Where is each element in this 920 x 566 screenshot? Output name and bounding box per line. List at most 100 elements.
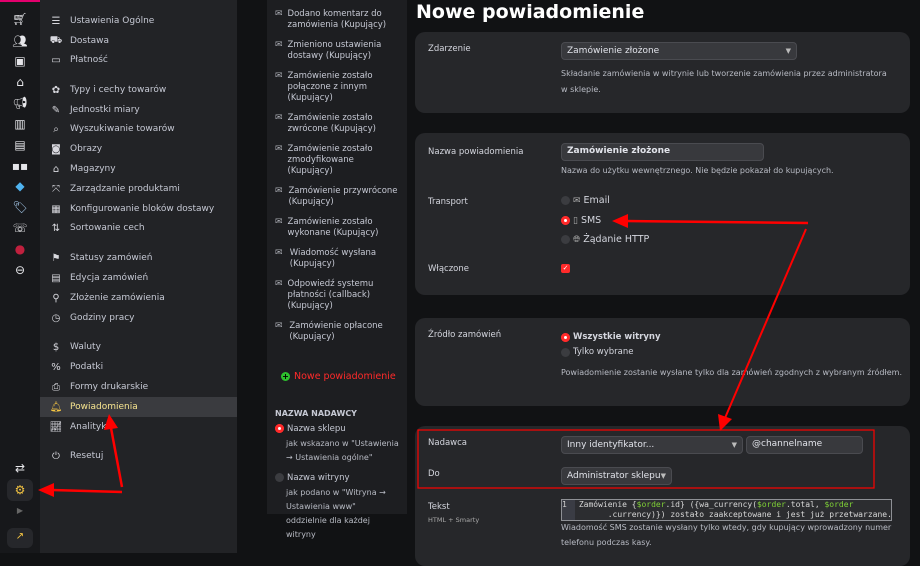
- envelope-icon: ✉: [275, 217, 283, 227]
- sidebar-item-icon: ⎙︎: [52, 381, 60, 393]
- radio[interactable]: [561, 347, 570, 357]
- notification-item[interactable]: ✉ Zamówienie zostało zmodyfikowane (Kupuj…: [275, 144, 399, 177]
- sender-select[interactable]: Inny identyfikator... ▼: [561, 436, 743, 454]
- tags-icon[interactable]: 🏷︎: [10, 198, 30, 216]
- radio-selected[interactable]: [561, 332, 570, 342]
- notification-label: Dodano komentarz do zamówienia (Kupujący…: [287, 9, 387, 30]
- event-card: Zdarzenie Zamówienie złożone ▼ Składanie …: [415, 32, 910, 113]
- option-label: Email: [583, 195, 610, 206]
- to-label: Do: [428, 469, 440, 479]
- chart-icon[interactable]: ▥: [10, 115, 30, 133]
- enabled-checkbox[interactable]: ✓: [561, 264, 570, 273]
- sidebar-item-icon: ⌂︎: [52, 163, 60, 175]
- sender-id-input[interactable]: @channelname: [746, 436, 863, 454]
- notification-label: Zmieniono ustawienia dostawy (Kupujący): [287, 40, 382, 61]
- external-link-icon[interactable]: ↗: [7, 528, 33, 548]
- radio-selected[interactable]: [275, 424, 284, 433]
- sidebar-item[interactable]: ⚑︎ Statusy zamówień: [40, 248, 237, 268]
- home-icon[interactable]: ⌂: [10, 73, 30, 91]
- sidebar-item-label: Edycja zamówień: [70, 273, 149, 283]
- notification-item[interactable]: ✉ Zamówienie przywrócone (Kupujący): [275, 186, 399, 208]
- brand-icon[interactable]: ●: [10, 240, 30, 258]
- to-select[interactable]: Administrator sklepu ▼: [561, 467, 672, 485]
- sidebar-item-icon: ⇅︎: [51, 222, 61, 234]
- notification-item[interactable]: ✉ Odpowiedź systemu płatności (callback) …: [275, 279, 399, 312]
- icon-rail: 🛒︎ 👥︎ ▣ ⌂ 📢︎ ▥ ▤ ▪▪ ◆ 🏷︎ ☏ ● ⊖ ⇄ ⚙ ▶ ↗: [0, 0, 40, 553]
- notification-item[interactable]: ✉ Zamówienie zostało zwrócone (Kupujący): [275, 113, 399, 135]
- sidebar-item[interactable]: ⏻︎ Resetuj: [40, 446, 237, 466]
- sidebar-item[interactable]: %︎ Podatki: [40, 357, 237, 377]
- sidebar-item[interactable]: ◷︎ Godziny pracy: [40, 308, 237, 328]
- sidebar-item[interactable]: ⛟︎ Dostawa: [40, 31, 237, 51]
- gear-icon[interactable]: ⚙: [7, 479, 33, 501]
- name-label: Nazwa powiadomienia: [428, 147, 524, 157]
- swap-icon[interactable]: ⇄: [10, 459, 30, 477]
- megaphone-icon[interactable]: 📢︎: [10, 94, 30, 112]
- settings-sidebar: ☰︎ Ustawienia Ogólne ⛟︎ Dostawa ▭︎ Płatność ✿︎…: [40, 0, 237, 553]
- sidebar-item-icon: ☰︎: [51, 15, 61, 27]
- new-notification-button[interactable]: + Nowe powiadomienie: [281, 371, 399, 382]
- sidebar-item[interactable]: ▦︎ Konfigurowanie bloków dostawy: [40, 199, 237, 219]
- source-selected[interactable]: Tylko wybrane: [561, 347, 633, 357]
- phone-icon[interactable]: ☏: [10, 219, 30, 237]
- radio[interactable]: [275, 473, 284, 482]
- sender-option-site[interactable]: Nazwa witryny: [275, 473, 399, 483]
- transport-http[interactable]: 🌐︎ Żądanie HTTP: [561, 234, 649, 245]
- notification-label: Zamówienie przywrócone (Kupujący): [288, 186, 398, 207]
- sidebar-item-label: Resetuj: [70, 451, 104, 461]
- cart-icon[interactable]: 🛒︎: [10, 10, 30, 28]
- radio[interactable]: [561, 235, 570, 244]
- sidebar-item[interactable]: ◙︎ Obrazy: [40, 139, 237, 159]
- sidebar-item[interactable]: ✿︎ Typy i cechy towarów: [40, 80, 237, 100]
- sidebar-item[interactable]: ⤧︎ Zarządzanie produktami: [40, 179, 237, 199]
- notification-item[interactable]: ✉ Dodano komentarz do zamówienia (Kupując…: [275, 9, 399, 31]
- notification-item[interactable]: ✉ Zmieniono ustawienia dostawy (Kupujący): [275, 40, 399, 62]
- notification-item[interactable]: ✉ Wiadomość wysłana (Kupujący): [275, 248, 399, 270]
- notification-label: Wiadomość wysłana (Kupujący): [289, 248, 377, 269]
- sender-option-shop[interactable]: Nazwa sklepu: [275, 424, 399, 434]
- sidebar-item[interactable]: ⌕︎ Wyszukiwanie towarów: [40, 119, 237, 139]
- transport-email[interactable]: ✉ Email: [561, 195, 610, 206]
- sidebar-item[interactable]: ✎︎ Jednostki miary: [40, 100, 237, 120]
- sidebar-item[interactable]: $︎ Waluty: [40, 337, 237, 357]
- caret-down-icon: ▼: [660, 472, 666, 480]
- main-content: Nowe powiadomienie Zdarzenie Zamówienie …: [407, 0, 920, 566]
- sidebar-item[interactable]: ⎙︎ Formy drukarskie: [40, 377, 237, 397]
- sidebar-item[interactable]: ▭︎ Płatność: [40, 50, 237, 70]
- sidebar-item-label: Analityka: [70, 422, 112, 432]
- radio-selected[interactable]: [561, 216, 570, 225]
- sidebar-item[interactable]: ▤︎ Edycja zamówień: [40, 268, 237, 288]
- notification-item[interactable]: ✉ Zamówienie zostało połączone z innym (K…: [275, 71, 399, 104]
- chevron-right-icon[interactable]: ▶: [10, 502, 30, 520]
- source-hint: Powiadomienie zostanie wysłane tylko dla…: [561, 368, 903, 377]
- sidebar-item[interactable]: 📈︎ Analityka: [40, 417, 237, 437]
- source-all[interactable]: Wszystkie witryny: [561, 332, 661, 342]
- sidebar-item-icon: ✎︎: [51, 104, 61, 116]
- apps-icon[interactable]: ▪▪: [10, 157, 30, 175]
- diamond-icon[interactable]: ◆: [10, 177, 30, 195]
- code-editor[interactable]: 1 Zamówienie {$order.id} ({wa_currency($…: [561, 499, 892, 521]
- archive-icon[interactable]: ▣: [10, 52, 30, 70]
- transport-sms[interactable]: ▯ SMS: [561, 215, 601, 226]
- event-hint: Składanie zamówienia w witrynie lub twor…: [561, 69, 887, 94]
- sidebar-item[interactable]: ⌂︎ Magazyny: [40, 159, 237, 179]
- notification-item[interactable]: ✉ Zamówienie opłacone (Kupujący): [275, 321, 399, 343]
- sidebar-item[interactable]: ☰︎ Ustawienia Ogólne: [40, 11, 237, 31]
- notification-label: Odpowiedź systemu płatności (callback) (…: [287, 279, 374, 311]
- name-input[interactable]: Zamówienie złożone: [561, 143, 764, 161]
- notification-label: Zamówienie zostało zmodyfikowane (Kupują…: [287, 144, 373, 176]
- sidebar-item[interactable]: 🔔︎ Powiadomienia: [40, 397, 237, 417]
- event-select[interactable]: Zamówienie złożone ▼: [561, 42, 797, 60]
- sidebar-item-icon: %︎: [51, 361, 61, 373]
- sidebar-item-label: Obrazy: [70, 144, 103, 154]
- code-part: .id} ({wa_currency(: [665, 500, 758, 509]
- notification-item[interactable]: ✉ Zamówienie zostało wykonane (Kupujący): [275, 217, 399, 239]
- zoom-out-icon[interactable]: ⊖: [10, 261, 30, 279]
- store-icon[interactable]: ▤: [10, 136, 30, 154]
- sidebar-item[interactable]: ⇅︎ Sortowanie cech: [40, 218, 237, 238]
- users-icon[interactable]: 👥︎: [10, 32, 30, 50]
- sender-hint-shop: jak wskazano w "Ustawienia → Ustawienia …: [286, 439, 399, 462]
- radio[interactable]: [561, 196, 570, 205]
- sidebar-item[interactable]: ⚲︎ Złożenie zamówienia: [40, 288, 237, 308]
- envelope-icon: ✉: [275, 144, 283, 154]
